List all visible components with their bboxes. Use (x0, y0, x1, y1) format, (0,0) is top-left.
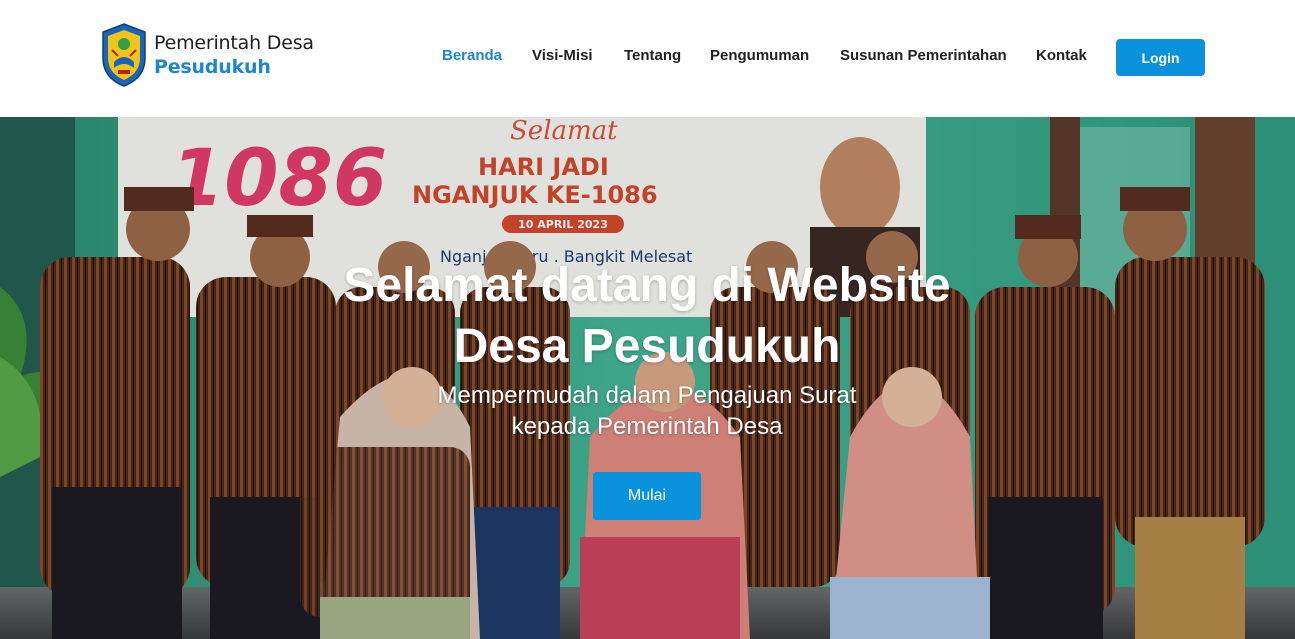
start-button[interactable]: Mulai (593, 472, 701, 520)
hero-section: 1086 Selamat HARI JADI NGANJUK KE-1086 1… (0, 117, 1295, 639)
hero-subtitle-line1: Mempermudah dalam Pengajuan Surat (437, 382, 857, 409)
hero-title-line1: Selamat datang di Website (343, 259, 951, 312)
hero-subtitle: Mempermudah dalam Pengajuan Surat kepada… (347, 380, 947, 442)
brand-name-line1: Pemerintah Desa (154, 31, 314, 54)
hero-title: Selamat datang di Website Desa Pesudukuh (247, 255, 1047, 377)
brand-name-line2: Pesudukuh (154, 55, 271, 78)
nav-susunan-pemerintahan[interactable]: Susunan Pemerintahan (840, 47, 1007, 64)
nav-beranda[interactable]: Beranda (442, 47, 502, 64)
nav-tentang[interactable]: Tentang (624, 47, 681, 64)
nav-pengumuman[interactable]: Pengumuman (710, 47, 809, 64)
site-header: Pemerintah Desa Pesudukuh Beranda Visi-M… (0, 0, 1295, 117)
hero-background-photo: 1086 Selamat HARI JADI NGANJUK KE-1086 1… (0, 117, 1295, 639)
brand[interactable]: Pemerintah Desa Pesudukuh (100, 22, 314, 88)
nav-kontak[interactable]: Kontak (1036, 47, 1087, 64)
nav-visi-misi[interactable]: Visi-Misi (532, 47, 593, 64)
login-button[interactable]: Login (1116, 39, 1205, 76)
hero-title-line2: Desa Pesudukuh (453, 320, 841, 373)
hero-subtitle-line2: kepada Pemerintah Desa (511, 413, 783, 440)
village-emblem-icon (102, 23, 146, 87)
